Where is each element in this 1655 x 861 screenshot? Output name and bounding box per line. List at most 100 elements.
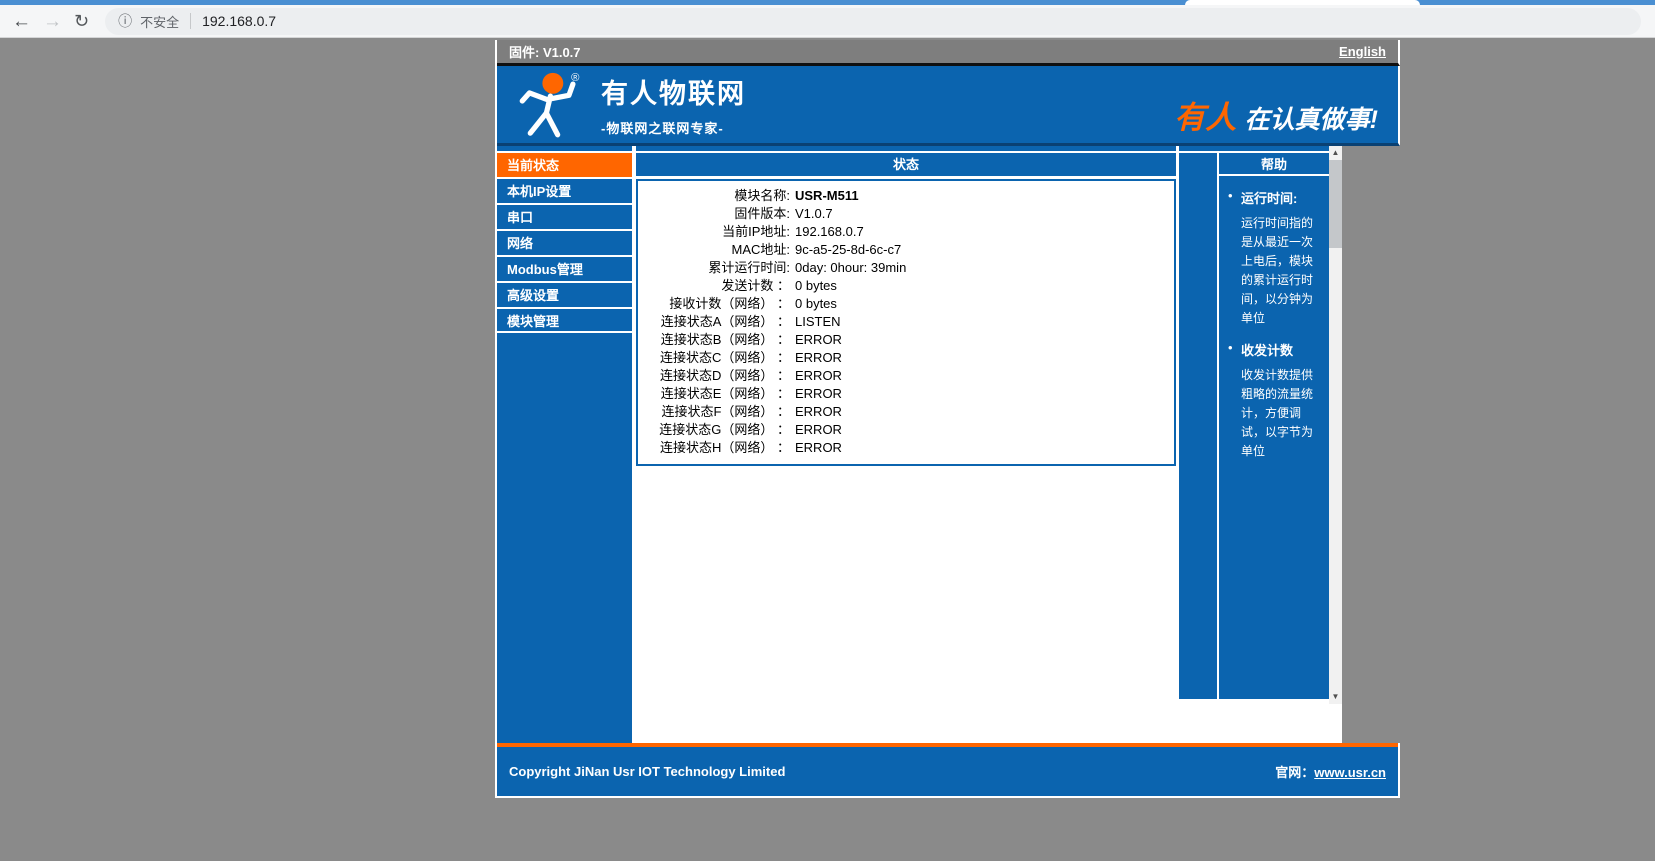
forward-icon[interactable]: → [43, 12, 62, 31]
sidebar-item-modbus[interactable]: Modbus管理 [497, 255, 632, 281]
official-site-link[interactable]: www.usr.cn [1314, 765, 1386, 780]
status-value: USR-M511 [795, 187, 859, 205]
reload-icon[interactable]: ↻ [74, 12, 89, 31]
status-panel-title: 状态 [636, 153, 1176, 176]
browser-toolbar: ← → ↻ ⓘ 不安全 192.168.0.7 [0, 5, 1655, 38]
sidebar-item-lan-ip[interactable]: 本机IP设置 [497, 177, 632, 203]
status-row: 固件版本: V1.0.7 [638, 205, 1174, 223]
divider [1179, 699, 1329, 743]
site-footer: Copyright JiNan Usr IOT Technology Limit… [497, 747, 1398, 796]
status-row: 连接状态H（网络） ： ERROR [638, 439, 1174, 457]
browser-tab[interactable] [1185, 0, 1420, 5]
scrollbar-column: ▲ ▼ [1329, 146, 1342, 743]
help-body: • 运行时间: 运行时间指的是从最近一次上电后，模块的累计运行时间，以分钟为单位 • 收… [1219, 176, 1329, 473]
status-label: 连接状态E（网络） ： [638, 385, 790, 403]
help-item-heading: 运行时间: [1241, 188, 1324, 207]
status-label: 接收计数（网络） ： [638, 295, 790, 313]
status-value: ERROR [795, 349, 842, 367]
help-panel: 帮助 • 运行时间: 运行时间指的是从最近一次上电后，模块的累计运行时间，以分钟为单… [1179, 153, 1329, 699]
browser-window-frame [0, 0, 1655, 5]
official-site-label: 官网： [1275, 765, 1314, 780]
status-row: 连接状态F（网络） ： ERROR [638, 403, 1174, 421]
slogan-orange-text: 有人 [1174, 100, 1236, 135]
address-bar[interactable]: ⓘ 不安全 192.168.0.7 [105, 8, 1641, 35]
scrollbar[interactable]: ▲ ▼ [1329, 146, 1342, 704]
scroll-down-icon[interactable]: ▼ [1329, 690, 1342, 704]
divider [1342, 146, 1400, 743]
brand-subtitle: -物联网之联网专家- [601, 118, 746, 137]
status-label: 发送计数 ： [638, 277, 790, 295]
status-value: ERROR [795, 421, 842, 439]
firmware-topbar: 固件: V1.0.7 English [497, 40, 1400, 66]
footer-section: Copyright JiNan Usr IOT Technology Limit… [497, 743, 1400, 798]
status-row: 累计运行时间: 0day: 0hour: 39min [638, 259, 1174, 277]
status-value: ERROR [795, 403, 842, 421]
status-value: V1.0.7 [795, 205, 833, 223]
status-row: 接收计数（网络） ： 0 bytes [638, 295, 1174, 313]
status-label: 连接状态H（网络） ： [638, 439, 790, 457]
sidebar-item-network[interactable]: 网络 [497, 229, 632, 255]
status-row: 当前IP地址:192.168.0.7 [638, 223, 1174, 241]
help-item: •收发计数收发计数提供粗略的流量统计，方便调试，以字节为单位 [1228, 340, 1324, 461]
address-separator [190, 13, 191, 29]
back-icon[interactable]: ← [12, 12, 31, 31]
status-row: 模块名称: USR-M511 [638, 187, 1174, 205]
sidebar-item-serial[interactable]: 串口 [497, 203, 632, 229]
firmware-version-label: 固件: V1.0.7 [509, 42, 581, 61]
usr-logo-icon: ® [511, 69, 585, 141]
status-row: 发送计数 ： 0 bytes [638, 277, 1174, 295]
status-label: 连接状态A（网络） ： [638, 313, 790, 331]
site-container: 固件: V1.0.7 English ® 有人物联网 -物联网之联网专家- 有人… [495, 40, 1400, 798]
status-value: 0day: 0hour: 39min [795, 259, 906, 277]
status-label: 固件版本: [638, 205, 790, 223]
status-value: 9c-a5-25-8d-6c-c7 [795, 241, 901, 259]
help-item-text: 运行时间指的是从最近一次上电后，模块的累计运行时间，以分钟为单位 [1241, 214, 1324, 328]
copyright-text: Copyright JiNan Usr IOT Technology Limit… [509, 764, 785, 779]
url-text[interactable]: 192.168.0.7 [202, 13, 276, 29]
slogan-white-text: 在认真做事! [1245, 106, 1378, 134]
status-label: 连接状态F（网络） ： [638, 403, 790, 421]
sidebar-item-advanced[interactable]: 高级设置 [497, 281, 632, 307]
status-value: ERROR [795, 439, 842, 457]
status-row: 连接状态C（网络） ： ERROR [638, 349, 1174, 367]
status-label: 连接状态D（网络） ： [638, 367, 790, 385]
scrollbar-thumb[interactable] [1329, 160, 1342, 248]
help-item: • 运行时间: 运行时间指的是从最近一次上电后，模块的累计运行时间，以分钟为单位 [1228, 188, 1324, 328]
status-label: 连接状态B（网络） ： [638, 331, 790, 349]
slogan: 有人 在认真做事! [1174, 92, 1378, 137]
content-row: 当前状态本机IP设置串口网络Modbus管理高级设置模块管理 状态 模块名称: U… [497, 146, 1400, 743]
help-column: 帮助 • 运行时间: 运行时间指的是从最近一次上电后，模块的累计运行时间，以分钟为单… [1179, 146, 1329, 743]
status-main-panel: 状态 模块名称: USR-M511 固件版本: V1.0.7当前IP地址:192.16… [636, 146, 1176, 743]
status-label: 累计运行时间: [638, 259, 790, 277]
scroll-up-icon[interactable]: ▲ [1329, 146, 1342, 160]
bullet-icon: • [1228, 340, 1233, 355]
status-row: 连接状态E（网络） ： ERROR [638, 385, 1174, 403]
status-box: 模块名称: USR-M511 固件版本: V1.0.7当前IP地址:192.168.0… [636, 179, 1176, 466]
status-label: 连接状态G（网络） ： [638, 421, 790, 439]
info-icon[interactable]: ⓘ [118, 11, 132, 31]
sidebar-item-module[interactable]: 模块管理 [497, 307, 632, 333]
status-label: 模块名称: [638, 187, 790, 205]
status-row: 连接状态G（网络） ： ERROR [638, 421, 1174, 439]
status-value: ERROR [795, 385, 842, 403]
bullet-icon: • [1228, 188, 1233, 203]
status-value: 0 bytes [795, 295, 837, 313]
status-value: ERROR [795, 331, 842, 349]
brand-title: 有人物联网 [601, 72, 746, 111]
status-label: MAC地址: [638, 241, 790, 259]
status-row: 连接状态A（网络） ： LISTEN [638, 313, 1174, 331]
official-site: 官网：www.usr.cn [1275, 762, 1386, 781]
help-panel-title: 帮助 [1219, 153, 1329, 176]
registered-mark: ® [571, 71, 580, 83]
site-header: ® 有人物联网 -物联网之联网专家- 有人 在认真做事! [497, 66, 1400, 146]
status-value: ERROR [795, 367, 842, 385]
status-row: MAC地址: 9c-a5-25-8d-6c-c7 [638, 241, 1174, 259]
status-label: 连接状态C（网络） ： [638, 349, 790, 367]
sidebar-item-current-status[interactable]: 当前状态 [497, 151, 632, 177]
divider [1329, 704, 1342, 743]
english-link[interactable]: English [1339, 44, 1386, 59]
status-value: 0 bytes [795, 277, 837, 295]
status-value: LISTEN [795, 313, 841, 331]
help-item-heading: 收发计数 [1241, 340, 1324, 359]
browser-chrome: ← → ↻ ⓘ 不安全 192.168.0.7 [0, 0, 1655, 38]
